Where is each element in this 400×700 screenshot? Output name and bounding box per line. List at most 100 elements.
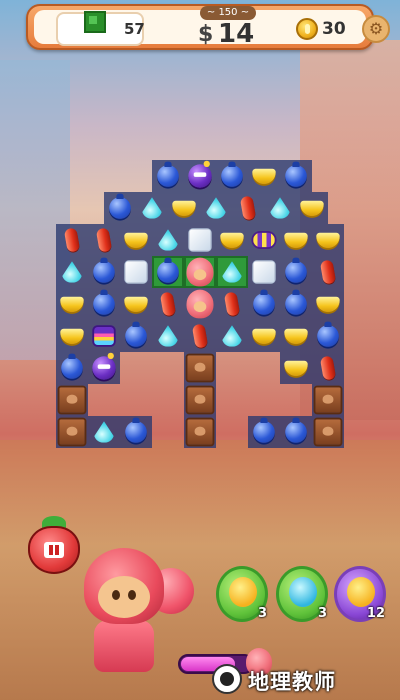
- ice-piece[interactable]: [184, 224, 216, 256]
- blue-piece[interactable]: [280, 288, 312, 320]
- cyan-piece[interactable]: [152, 224, 184, 256]
- yellow-piece[interactable]: [296, 192, 328, 224]
- bomb-piece[interactable]: [88, 352, 120, 384]
- choc-piece[interactable]: [56, 416, 88, 448]
- blue-piece[interactable]: [104, 192, 136, 224]
- cyan-piece[interactable]: [88, 416, 120, 448]
- cyan-icon: [222, 261, 242, 283]
- choc-piece[interactable]: [184, 384, 216, 416]
- cookie-piece[interactable]: [184, 256, 216, 288]
- yellow-piece[interactable]: [280, 224, 312, 256]
- choc-icon: [185, 385, 215, 415]
- yellow-piece[interactable]: [280, 320, 312, 352]
- yellow-piece[interactable]: [56, 288, 88, 320]
- striped-piece[interactable]: [248, 224, 280, 256]
- yellow-piece[interactable]: [216, 224, 248, 256]
- yellow-piece[interactable]: [120, 288, 152, 320]
- cyan-icon: [206, 197, 226, 219]
- blue-icon: [285, 417, 307, 443]
- choc-icon: [185, 417, 215, 447]
- blue-piece[interactable]: [280, 416, 312, 448]
- cyan-piece[interactable]: [152, 320, 184, 352]
- cyan-piece[interactable]: [216, 256, 248, 288]
- ice-piece[interactable]: [120, 256, 152, 288]
- blue-piece[interactable]: [248, 416, 280, 448]
- red-piece[interactable]: [88, 224, 120, 256]
- blue-piece[interactable]: [152, 160, 184, 192]
- bomb-piece[interactable]: [184, 160, 216, 192]
- blue-piece[interactable]: [152, 256, 184, 288]
- coin-icon: [296, 18, 318, 40]
- blue-icon: [157, 257, 179, 283]
- red-piece[interactable]: [312, 256, 344, 288]
- striped-icon: [251, 231, 277, 249]
- blue-piece[interactable]: [88, 256, 120, 288]
- ice-piece[interactable]: [248, 256, 280, 288]
- character-face: [98, 576, 150, 618]
- yellow-piece[interactable]: [168, 192, 200, 224]
- blue-piece[interactable]: [120, 320, 152, 352]
- red-piece[interactable]: [232, 192, 264, 224]
- choc-piece[interactable]: [312, 416, 344, 448]
- rainbow-piece[interactable]: [88, 320, 120, 352]
- red-icon: [191, 323, 209, 349]
- blue-piece[interactable]: [216, 160, 248, 192]
- cyan-icon: [62, 261, 82, 283]
- yellow-icon: [284, 328, 308, 345]
- yellow-icon: [300, 200, 324, 217]
- red-piece[interactable]: [152, 288, 184, 320]
- blue-icon: [61, 353, 83, 379]
- yellow-piece[interactable]: [312, 288, 344, 320]
- cyan-piece[interactable]: [200, 192, 232, 224]
- cyan-icon: [94, 421, 114, 443]
- cyan-icon: [222, 325, 242, 347]
- red-piece[interactable]: [216, 288, 248, 320]
- red-icon: [223, 291, 241, 317]
- ice-icon: [124, 260, 148, 284]
- blue-piece[interactable]: [312, 320, 344, 352]
- red-piece[interactable]: [56, 224, 88, 256]
- blue-icon: [157, 161, 179, 187]
- yellow-icon: [124, 232, 148, 249]
- star-icon: [347, 577, 375, 607]
- cyan-piece[interactable]: [216, 320, 248, 352]
- blue-icon: [125, 321, 147, 347]
- red-piece[interactable]: [312, 352, 344, 384]
- blue-piece[interactable]: [56, 352, 88, 384]
- blue-piece[interactable]: [280, 256, 312, 288]
- booster-glove[interactable]: 3: [276, 566, 328, 622]
- yellow-piece[interactable]: [56, 320, 88, 352]
- glove-icon: [289, 577, 317, 607]
- yellow-piece[interactable]: [248, 160, 280, 192]
- blue-piece[interactable]: [248, 288, 280, 320]
- blue-icon: [285, 257, 307, 283]
- booster-count: 12: [366, 606, 385, 621]
- watermark-text: 地理教师: [248, 670, 336, 694]
- booster-count: 3: [257, 606, 267, 621]
- yellow-piece[interactable]: [280, 352, 312, 384]
- choc-piece[interactable]: [184, 352, 216, 384]
- cookie-icon: [186, 257, 214, 287]
- red-piece[interactable]: [184, 320, 216, 352]
- blue-icon: [253, 417, 275, 443]
- cyan-piece[interactable]: [56, 256, 88, 288]
- choc-piece[interactable]: [312, 384, 344, 416]
- booster-star[interactable]: 12: [334, 566, 386, 622]
- blue-piece[interactable]: [88, 288, 120, 320]
- strawberry-pause-icon[interactable]: [28, 516, 80, 576]
- choc-piece[interactable]: [184, 416, 216, 448]
- cookie-piece[interactable]: [184, 288, 216, 320]
- blue-piece[interactable]: [280, 160, 312, 192]
- blue-icon: [317, 321, 339, 347]
- yellow-piece[interactable]: [120, 224, 152, 256]
- gear-icon[interactable]: ⚙: [362, 15, 390, 43]
- yellow-piece[interactable]: [312, 224, 344, 256]
- yellow-icon: [252, 328, 276, 345]
- yellow-piece[interactable]: [248, 320, 280, 352]
- red-icon: [239, 195, 257, 221]
- blue-piece[interactable]: [120, 416, 152, 448]
- cyan-piece[interactable]: [264, 192, 296, 224]
- booster-bear[interactable]: 3: [216, 566, 268, 622]
- cyan-piece[interactable]: [136, 192, 168, 224]
- choc-piece[interactable]: [56, 384, 88, 416]
